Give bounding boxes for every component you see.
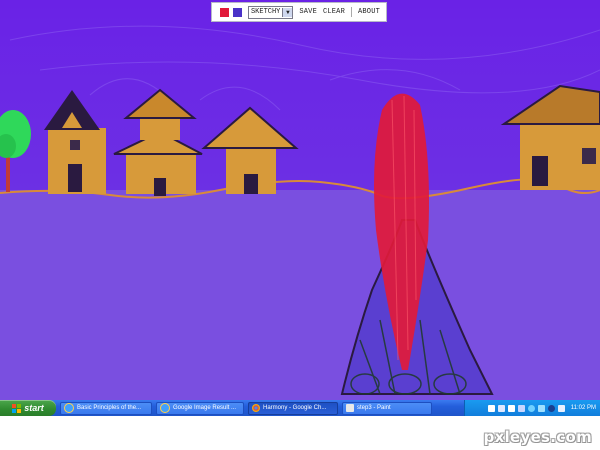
background-color-swatch[interactable] bbox=[232, 7, 242, 17]
task-button-basic-principles[interactable]: Basic Principles of the... bbox=[60, 401, 152, 415]
ground bbox=[0, 190, 600, 400]
task-label: step3 - Paint bbox=[357, 405, 391, 411]
chrome-icon bbox=[252, 404, 260, 412]
ie-tray-icon[interactable] bbox=[527, 404, 535, 412]
toolbar-divider bbox=[351, 7, 352, 17]
drawing-canvas[interactable] bbox=[0, 0, 600, 400]
clock: 11:02 PM bbox=[570, 405, 596, 411]
brush-select[interactable]: SKETCHY ▼ bbox=[247, 5, 294, 19]
taskbar: start Basic Principles of the... Google … bbox=[0, 400, 600, 416]
foreground-color-swatch[interactable] bbox=[220, 7, 229, 17]
connection-icon[interactable] bbox=[537, 404, 545, 412]
ie-icon bbox=[160, 403, 170, 413]
monitor-icon[interactable] bbox=[517, 404, 525, 412]
about-button[interactable]: ABOUT bbox=[358, 8, 380, 16]
system-tray: 11:02 PM bbox=[464, 400, 600, 416]
windows-logo-icon bbox=[12, 403, 22, 413]
volume-icon[interactable] bbox=[557, 404, 565, 412]
task-button-harmony[interactable]: Harmony - Google Ch... bbox=[248, 401, 338, 415]
ie-icon bbox=[64, 403, 74, 413]
start-label: start bbox=[24, 403, 44, 413]
task-label: Harmony - Google Ch... bbox=[263, 405, 327, 411]
save-button[interactable]: SAVE bbox=[299, 8, 317, 16]
start-button[interactable]: start bbox=[0, 400, 56, 416]
shield-icon[interactable] bbox=[547, 404, 555, 412]
brush-select-value: SKETCHY bbox=[250, 8, 281, 16]
paint-icon bbox=[346, 404, 354, 412]
harmony-toolbar: SKETCHY ▼ SAVE CLEAR ABOUT bbox=[211, 2, 387, 22]
task-label: Google Image Result ... bbox=[173, 405, 237, 411]
task-label: Basic Principles of the... bbox=[77, 405, 142, 411]
task-button-paint[interactable]: step3 - Paint bbox=[342, 401, 432, 415]
clear-button[interactable]: CLEAR bbox=[323, 8, 345, 16]
task-button-google-image[interactable]: Google Image Result ... bbox=[156, 401, 244, 415]
safely-remove-icon[interactable] bbox=[487, 404, 495, 412]
watermark-logo: pxleyes.com bbox=[483, 428, 592, 446]
chevron-down-icon: ▼ bbox=[282, 7, 293, 17]
painting bbox=[0, 0, 600, 400]
help-icon[interactable] bbox=[507, 404, 515, 412]
network-icon[interactable] bbox=[497, 404, 505, 412]
